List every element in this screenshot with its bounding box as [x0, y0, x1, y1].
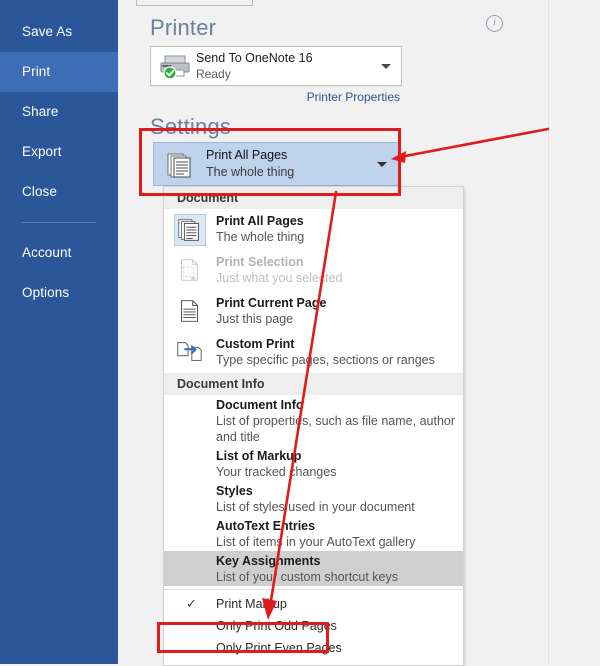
dropdown-group-header-document: Document [164, 187, 463, 209]
menu-item-subtitle: Just what you selected [216, 271, 343, 285]
print-all-pages-icon [174, 214, 206, 246]
print-pane: Printer i Send To OneNote 16 Ready Print… [118, 0, 600, 666]
print-range-subtitle: The whole thing [206, 165, 295, 179]
settings-section-title: Settings [150, 114, 232, 139]
printer-properties-link[interactable]: Printer Properties [118, 90, 400, 104]
menu-item-print-selection: Print Selection Just what you selected [164, 250, 463, 291]
menu-item-title: Key Assignments [216, 554, 321, 568]
sidebar-item-label: Close [22, 184, 58, 199]
dropdown-group-header-document-info: Document Info [164, 373, 463, 395]
sidebar-item-share[interactable]: Share [0, 92, 118, 132]
sidebar-item-export[interactable]: Export [0, 132, 118, 172]
menu-item-print-current-page[interactable]: Print Current Page Just this page [164, 291, 463, 332]
menu-item-label: Only Print Even Pages [216, 641, 342, 655]
sidebar-item-label: Print [22, 64, 51, 79]
sidebar-item-save-as[interactable]: Save As [0, 12, 118, 52]
custom-print-icon [174, 337, 206, 369]
check-icon: ✓ [186, 596, 197, 611]
sidebar-item-label: Account [22, 245, 72, 260]
sidebar-item-options[interactable]: Options [0, 273, 118, 313]
info-icon[interactable]: i [486, 15, 503, 32]
menu-item-only-print-even-pages[interactable]: Only Print Even Pages [164, 637, 463, 659]
menu-item-autotext-entries[interactable]: AutoText Entries List of items in your A… [164, 516, 463, 551]
printer-section-title: Printer [150, 15, 217, 40]
menu-item-subtitle: List of styles used in your document [216, 500, 415, 514]
menu-item-only-print-odd-pages[interactable]: Only Print Odd Pages [164, 615, 463, 637]
sidebar-top-spacer [0, 0, 118, 12]
menu-item-title: Print All Pages [216, 214, 304, 228]
printer-select[interactable]: Send To OneNote 16 Ready [150, 46, 402, 86]
pane-divider [548, 0, 549, 664]
sidebar-divider [22, 222, 96, 223]
menu-item-print-markup[interactable]: ✓ Print Markup [164, 593, 463, 615]
menu-item-label: Print Markup [216, 597, 287, 611]
print-all-pages-icon [167, 153, 191, 178]
menu-item-custom-print[interactable]: Custom Print Type specific pages, sectio… [164, 332, 463, 373]
menu-item-print-all-pages[interactable]: Print All Pages The whole thing [164, 209, 463, 250]
menu-item-label: Only Print Odd Pages [216, 619, 337, 633]
menu-item-title: Custom Print [216, 337, 295, 351]
menu-item-list-of-markup[interactable]: List of Markup Your tracked changes [164, 446, 463, 481]
print-current-page-icon [174, 296, 206, 328]
menu-item-key-assignments[interactable]: Key Assignments List of your custom shor… [164, 551, 463, 586]
menu-item-styles[interactable]: Styles List of styles used in your docum… [164, 481, 463, 516]
dropdown-divider [164, 589, 463, 590]
print-range-select[interactable]: Print All Pages The whole thing [153, 142, 400, 186]
print-button-clipped[interactable] [136, 0, 253, 6]
menu-item-title: Document Info [216, 398, 304, 412]
print-selection-icon [174, 255, 206, 287]
print-range-value: Print All Pages [206, 148, 288, 162]
menu-item-subtitle: Your tracked changes [216, 465, 337, 479]
sidebar-item-label: Options [22, 285, 70, 300]
print-range-dropdown-menu[interactable]: Document Print All Pages The whole thing [163, 186, 464, 666]
sidebar-item-close[interactable]: Close [0, 172, 118, 212]
menu-item-subtitle: List of properties, such as file name, a… [216, 414, 456, 444]
menu-item-subtitle: Type specific pages, sections or ranges [216, 353, 435, 367]
sidebar-item-print[interactable]: Print [0, 52, 118, 92]
menu-item-subtitle: List of items in your AutoText gallery [216, 535, 416, 549]
menu-item-title: AutoText Entries [216, 519, 316, 533]
menu-item-title: List of Markup [216, 449, 302, 463]
chevron-down-icon[interactable] [377, 162, 387, 167]
backstage-sidebar: Save As Print Share Export Close Account… [0, 0, 118, 664]
menu-item-title: Print Current Page [216, 296, 327, 310]
chevron-down-icon[interactable] [381, 64, 391, 69]
sidebar-item-label: Save As [22, 24, 73, 39]
sidebar-item-account[interactable]: Account [0, 233, 118, 273]
sidebar-item-label: Export [22, 144, 62, 159]
printer-name: Send To OneNote 16 [196, 51, 313, 65]
menu-item-title: Styles [216, 484, 253, 498]
sidebar-item-label: Share [22, 104, 59, 119]
menu-item-subtitle: List of your custom shortcut keys [216, 570, 399, 584]
menu-item-document-info[interactable]: Document Info List of properties, such a… [164, 395, 463, 446]
menu-item-title: Print Selection [216, 255, 304, 269]
menu-item-subtitle: The whole thing [216, 230, 305, 244]
menu-item-subtitle: Just this page [216, 312, 294, 326]
printer-status: Ready [196, 67, 231, 81]
printer-icon [160, 55, 190, 78]
